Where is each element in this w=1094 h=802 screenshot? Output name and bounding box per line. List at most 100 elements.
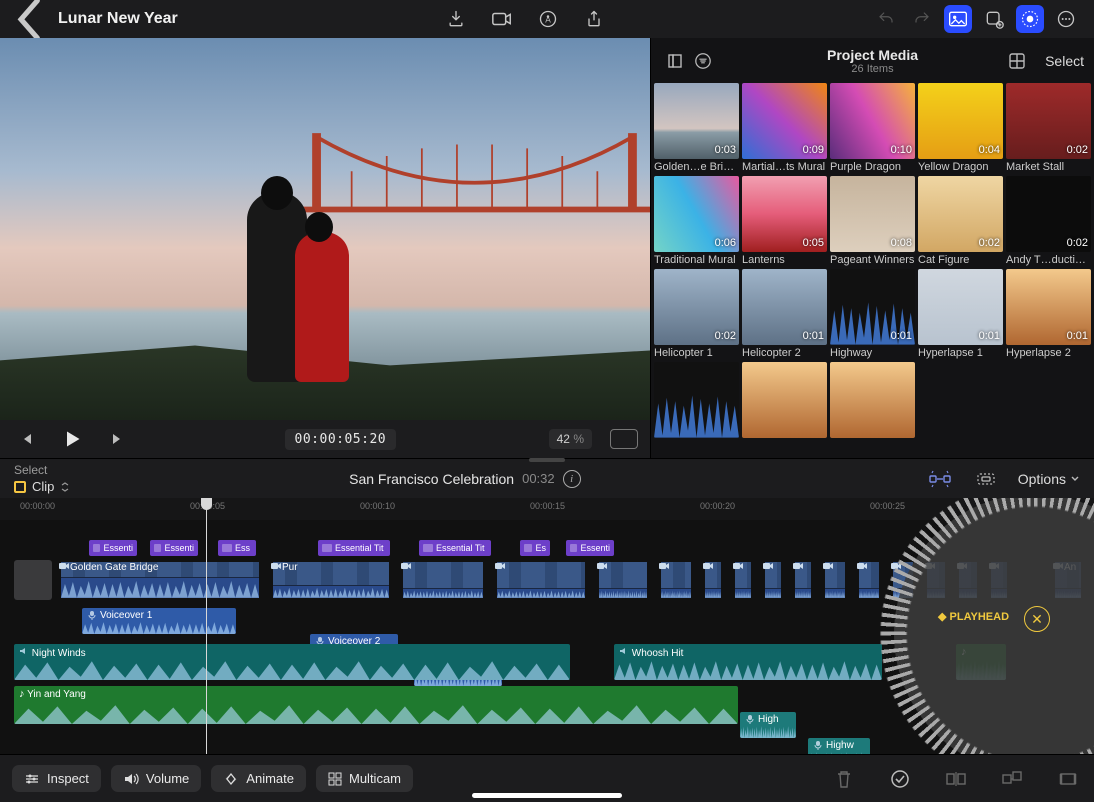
media-clip[interactable]: 0:04Yellow Dragon (918, 83, 1003, 173)
svg-text:A: A (545, 14, 551, 24)
ruler-tick: 00:00:20 (700, 501, 735, 511)
media-clip[interactable]: 0:01Hyperlapse 2 (1006, 269, 1091, 359)
media-clip[interactable]: 0:10Purple Dragon (830, 83, 915, 173)
ruler-tick: 00:00:25 (870, 501, 905, 511)
media-clip[interactable]: 0:06Traditional Mural (654, 176, 739, 266)
content-browser-button[interactable] (980, 5, 1008, 33)
timeline-options-button[interactable]: Options (1018, 471, 1080, 487)
back-button[interactable] (14, 5, 42, 33)
project-title: Lunar New Year (58, 10, 178, 28)
media-clip[interactable]: 0:02Andy T…ductions (1006, 176, 1091, 266)
camera-button[interactable] (488, 5, 516, 33)
select-mode-label: Select (14, 463, 47, 477)
media-clip[interactable]: 0:09Martial…ts Mural (742, 83, 827, 173)
jog-close-button[interactable]: ✕ (1024, 606, 1050, 632)
next-frame-button[interactable] (104, 425, 132, 453)
gap-clip[interactable] (14, 560, 52, 600)
title-clip[interactable]: Ess (218, 540, 256, 556)
multicam-button[interactable]: Multicam (316, 765, 413, 792)
media-select-button[interactable]: Select (1045, 53, 1084, 69)
media-clip[interactable]: 0:02Cat Figure (918, 176, 1003, 266)
media-clip[interactable] (742, 362, 827, 440)
ruler-tick: 00:00:10 (360, 501, 395, 511)
voiceover-clip[interactable]: Voiceover 1 (82, 608, 236, 634)
prev-frame-button[interactable] (12, 425, 40, 453)
voiceover-button[interactable]: A (534, 5, 562, 33)
video-clip[interactable] (730, 560, 756, 600)
redo-button[interactable] (908, 5, 936, 33)
title-clip[interactable]: Essenti (150, 540, 198, 556)
zoom-display[interactable]: 42 % (549, 429, 592, 449)
grid-view-button[interactable] (1003, 47, 1031, 75)
clip-mode-selector[interactable]: Clip (14, 479, 70, 494)
enable-disable-button[interactable] (886, 765, 914, 793)
video-clip[interactable] (854, 560, 884, 600)
video-clip[interactable] (986, 560, 1012, 600)
top-toolbar: Lunar New Year A (0, 0, 1094, 38)
title-clip[interactable]: Essential Tit (419, 540, 491, 556)
more-button[interactable] (1052, 5, 1080, 33)
share-button[interactable] (580, 5, 608, 33)
audio-clip[interactable]: ♪ (956, 644, 1006, 680)
title-clip[interactable]: Essenti (89, 540, 137, 556)
music-clip[interactable]: ♪ Yin and Yang (14, 686, 738, 724)
filter-button[interactable] (689, 47, 717, 75)
video-clip[interactable] (492, 560, 590, 600)
info-button[interactable]: i (563, 470, 581, 488)
video-clip[interactable] (954, 560, 982, 600)
import-button[interactable] (442, 5, 470, 33)
video-clip[interactable] (922, 560, 950, 600)
split-button[interactable] (942, 765, 970, 793)
audio-clip[interactable]: Night Winds (14, 644, 570, 680)
media-clip[interactable] (654, 362, 739, 440)
timeline[interactable]: 00:00:0000:00:0500:00:1000:00:1500:00:20… (0, 498, 1094, 754)
media-clip[interactable] (830, 362, 915, 440)
media-clip[interactable]: 0:01Hyperlapse 1 (918, 269, 1003, 359)
display-options-button[interactable] (610, 429, 638, 449)
magnetic-button[interactable] (926, 465, 954, 493)
viewer-preview[interactable] (0, 38, 650, 420)
video-clip[interactable] (656, 560, 696, 600)
media-clip[interactable]: 0:08Pageant Winners (830, 176, 915, 266)
live-drawing-button[interactable] (1016, 5, 1044, 33)
ruler-tick: 00:00:00 (20, 501, 55, 511)
resize-grip[interactable] (529, 458, 565, 462)
media-clip[interactable]: 0:01Helicopter 2 (742, 269, 827, 359)
delete-button[interactable] (830, 765, 858, 793)
media-clip[interactable]: 0:02Market Stall (1006, 83, 1091, 173)
connect-button[interactable] (998, 765, 1026, 793)
volume-button[interactable]: Volume (111, 765, 201, 792)
sidebar-toggle-button[interactable] (661, 47, 689, 75)
voiceover-clip[interactable]: Highw (808, 738, 870, 754)
video-clip[interactable]: Golden Gate Bridge (56, 560, 264, 600)
title-clip[interactable]: Es (520, 540, 550, 556)
media-browser-button[interactable] (944, 5, 972, 33)
video-clip[interactable]: Pur (268, 560, 394, 600)
ruler-tick: 00:00:15 (530, 501, 565, 511)
snapping-button[interactable] (972, 465, 1000, 493)
media-clip[interactable]: 0:05Lanterns (742, 176, 827, 266)
playhead[interactable] (206, 498, 207, 754)
trim-button[interactable] (1054, 765, 1082, 793)
viewer-panel: 00:00:05:20 42 % (0, 38, 650, 458)
video-clip[interactable]: An (1050, 560, 1086, 600)
media-clip[interactable]: 0:02Helicopter 1 (654, 269, 739, 359)
title-clip[interactable]: Essenti (566, 540, 614, 556)
media-clip[interactable]: 0:03Golden…e Bridge (654, 83, 739, 173)
video-clip[interactable] (398, 560, 488, 600)
video-clip[interactable] (820, 560, 850, 600)
video-clip[interactable] (594, 560, 652, 600)
undo-button[interactable] (872, 5, 900, 33)
title-clip[interactable]: Essential Tit (318, 540, 390, 556)
video-clip[interactable] (760, 560, 786, 600)
media-clip[interactable]: 0:01Highway (830, 269, 915, 359)
play-button[interactable] (58, 425, 86, 453)
video-clip[interactable] (700, 560, 726, 600)
video-clip[interactable] (790, 560, 816, 600)
timecode-display[interactable]: 00:00:05:20 (285, 429, 397, 450)
timeline-ruler[interactable]: 00:00:0000:00:0500:00:1000:00:1500:00:20… (0, 498, 1094, 520)
video-clip[interactable] (888, 560, 918, 600)
audio-clip[interactable]: Whoosh Hit (614, 644, 882, 680)
animate-button[interactable]: Animate (211, 765, 306, 792)
inspect-button[interactable]: Inspect (12, 765, 101, 792)
